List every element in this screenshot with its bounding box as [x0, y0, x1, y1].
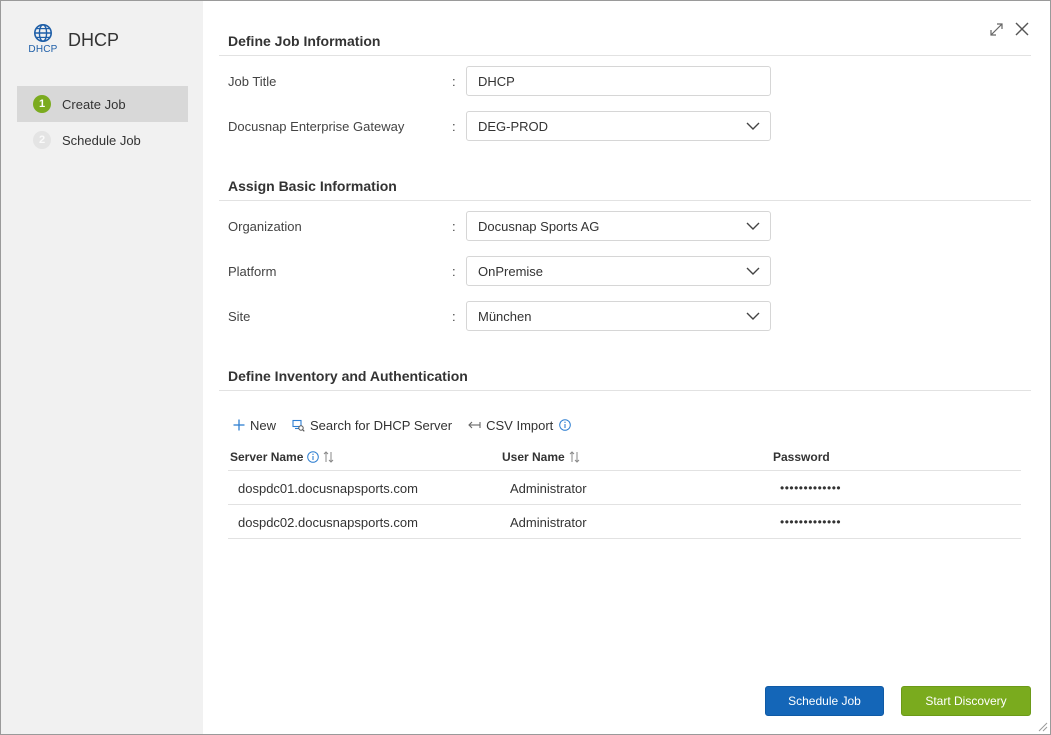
- field-colon: :: [452, 119, 456, 134]
- section-title-basic-info: Assign Basic Information: [228, 178, 397, 194]
- window-actions: [988, 21, 1030, 37]
- info-icon[interactable]: [559, 419, 572, 431]
- site-select[interactable]: München: [466, 301, 771, 331]
- field-colon: :: [452, 74, 456, 89]
- chevron-down-icon: [746, 312, 760, 320]
- info-icon[interactable]: [307, 451, 320, 463]
- job-title-label: Job Title: [228, 74, 277, 89]
- field-colon: :: [452, 219, 456, 234]
- job-title-value: DHCP: [478, 73, 515, 89]
- column-header-password: Password: [773, 450, 830, 464]
- sort-icon[interactable]: [569, 451, 580, 463]
- section-divider: [219, 390, 1031, 391]
- table-row[interactable]: dospdc01.docusnapsports.com Administrato…: [228, 471, 1021, 505]
- csv-import-label: CSV Import: [486, 417, 554, 433]
- network-search-icon: [292, 419, 305, 432]
- import-arrow-icon: [468, 421, 481, 429]
- server-name-header-label: Server Name: [230, 450, 304, 464]
- field-colon: :: [452, 264, 456, 279]
- user-name-cell: Administrator: [510, 481, 587, 496]
- section-title-inventory: Define Inventory and Authentication: [228, 368, 468, 384]
- csv-import-button[interactable]: CSV Import: [468, 417, 572, 433]
- step-number-badge: 1: [33, 95, 51, 113]
- plus-icon: [233, 419, 245, 431]
- platform-select[interactable]: OnPremise: [466, 256, 771, 286]
- step-label: Schedule Job: [62, 132, 141, 148]
- server-table: Server Name User Name Password dospdc01.…: [228, 447, 1021, 539]
- column-header-user-name[interactable]: User Name: [502, 450, 580, 464]
- gateway-value: DEG-PROD: [478, 118, 549, 134]
- expand-icon[interactable]: [988, 21, 1004, 37]
- password-cell: •••••••••••••: [780, 481, 842, 495]
- step-schedule-job[interactable]: 2 Schedule Job: [17, 122, 188, 158]
- step-number-badge: 2: [33, 131, 51, 149]
- chevron-down-icon: [746, 122, 760, 130]
- organization-select[interactable]: Docusnap Sports AG: [466, 211, 771, 241]
- gateway-select[interactable]: DEG-PROD: [466, 111, 771, 141]
- organization-value: Docusnap Sports AG: [478, 218, 600, 234]
- table-row[interactable]: dospdc02.docusnapsports.com Administrato…: [228, 505, 1021, 539]
- password-cell: •••••••••••••: [780, 515, 842, 529]
- user-name-cell: Administrator: [510, 515, 587, 530]
- step-label: Create Job: [62, 96, 126, 112]
- platform-label: Platform: [228, 264, 277, 279]
- step-create-job[interactable]: 1 Create Job: [17, 86, 188, 122]
- search-dhcp-label: Search for DHCP Server: [310, 417, 453, 433]
- sidebar: DHCP DHCP 1 Create Job 2 Schedule Job: [1, 1, 203, 734]
- server-name-cell: dospdc01.docusnapsports.com: [238, 481, 418, 496]
- globe-icon: DHCP: [27, 23, 59, 57]
- section-title-job-info: Define Job Information: [228, 33, 381, 49]
- server-name-cell: dospdc02.docusnapsports.com: [238, 515, 418, 530]
- sort-icon[interactable]: [323, 451, 334, 463]
- start-discovery-button[interactable]: Start Discovery: [901, 686, 1031, 716]
- resize-grip-icon[interactable]: [1036, 720, 1048, 732]
- gateway-label: Docusnap Enterprise Gateway: [228, 119, 405, 134]
- field-colon: :: [452, 309, 456, 324]
- table-header: Server Name User Name Password: [228, 447, 1021, 471]
- dialog-window: DHCP DHCP 1 Create Job 2 Schedule Job De…: [0, 0, 1051, 735]
- site-label: Site: [228, 309, 251, 324]
- schedule-job-button[interactable]: Schedule Job: [765, 686, 884, 716]
- chevron-down-icon: [746, 222, 760, 230]
- password-header-label: Password: [773, 450, 830, 464]
- app-title: DHCP: [68, 30, 120, 50]
- job-title-input[interactable]: DHCP: [466, 66, 771, 96]
- new-label: New: [250, 417, 277, 433]
- new-button[interactable]: New: [233, 418, 276, 433]
- section-divider: [219, 55, 1031, 56]
- inventory-toolbar: New Search for DHCP Server CSV Import: [233, 415, 587, 435]
- column-header-server-name[interactable]: Server Name: [230, 450, 334, 464]
- site-value: München: [478, 308, 532, 324]
- chevron-down-icon: [746, 267, 760, 275]
- app-header: DHCP DHCP: [27, 23, 119, 59]
- platform-value: OnPremise: [478, 263, 544, 279]
- wizard-steps: 1 Create Job 2 Schedule Job: [17, 86, 188, 158]
- user-name-header-label: User Name: [502, 450, 565, 464]
- app-icon-label: DHCP: [28, 44, 58, 55]
- search-dhcp-server-button[interactable]: Search for DHCP Server: [292, 418, 452, 433]
- close-icon[interactable]: [1014, 21, 1030, 37]
- organization-label: Organization: [228, 219, 302, 234]
- section-divider: [219, 200, 1031, 201]
